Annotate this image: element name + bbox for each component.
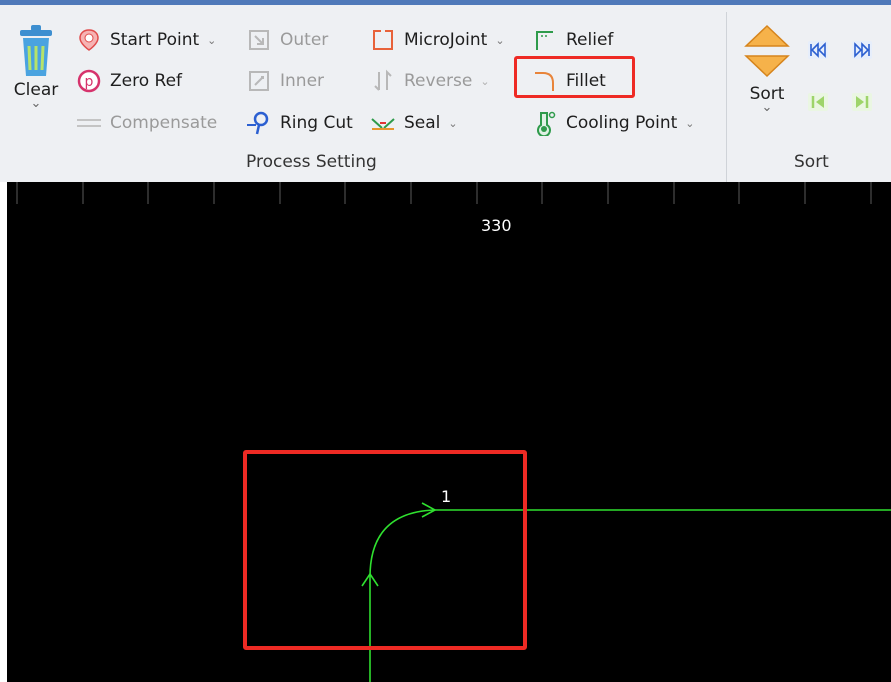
sort-prev-icon[interactable]	[806, 90, 830, 119]
ring-cut-label: Ring Cut	[280, 113, 353, 133]
reverse-button[interactable]: Reverse ⌄	[370, 66, 490, 96]
outer-button[interactable]: Outer	[246, 25, 328, 55]
outer-label: Outer	[280, 30, 329, 50]
cooling-point-label: Cooling Point	[566, 113, 678, 133]
inner-label: Inner	[280, 71, 325, 91]
start-point-label: Start Point	[110, 30, 200, 50]
sort-group-label: Sort	[794, 152, 829, 172]
start-point-button[interactable]: Start Point ⌄	[76, 25, 216, 55]
microjoint-icon	[370, 27, 396, 53]
seal-caret[interactable]: ⌄	[448, 117, 457, 130]
relief-icon	[532, 27, 558, 53]
sort-icon	[742, 24, 792, 78]
inner-button[interactable]: Inner	[246, 66, 324, 96]
outer-icon	[246, 27, 272, 53]
cooling-point-button[interactable]: Cooling Point ⌄	[532, 108, 695, 138]
microjoint-button[interactable]: MicroJoint ⌄	[370, 25, 505, 55]
ring-cut-icon	[246, 110, 272, 136]
zero-ref-icon: p	[76, 68, 102, 94]
zero-ref-button[interactable]: p Zero Ref	[76, 66, 182, 96]
sort-last-icon[interactable]	[850, 38, 874, 67]
canvas-left-edge	[0, 182, 7, 682]
compensate-button[interactable]: Compensate	[76, 108, 217, 138]
seal-button[interactable]: Seal ⌄	[370, 108, 458, 138]
sort-next-icon[interactable]	[850, 90, 874, 119]
fillet-corner-highlight-box	[243, 450, 527, 650]
relief-button[interactable]: Relief	[532, 25, 613, 55]
trash-icon	[16, 24, 56, 80]
inner-icon	[246, 68, 272, 94]
seal-label: Seal	[404, 113, 441, 133]
drawing-canvas[interactable]: 330 1	[7, 182, 891, 682]
microjoint-label: MicroJoint	[404, 30, 488, 50]
ribbon-toolbar: Clear ⌄ Start Point ⌄ p Zero Ref Compens…	[0, 0, 891, 182]
compensate-icon	[76, 110, 102, 136]
ribbon-top-border	[0, 0, 891, 5]
reverse-caret[interactable]: ⌄	[480, 75, 489, 88]
fillet-highlight-box	[514, 56, 635, 98]
cooling-point-caret[interactable]: ⌄	[685, 117, 694, 130]
ring-cut-button[interactable]: Ring Cut	[246, 108, 353, 138]
sort-first-icon[interactable]	[806, 38, 830, 67]
reverse-icon	[370, 68, 396, 94]
thermometer-icon	[532, 110, 558, 136]
svg-text:p: p	[85, 74, 94, 90]
relief-label: Relief	[566, 30, 614, 50]
sort-caret: ⌄	[761, 100, 773, 115]
zero-ref-label: Zero Ref	[110, 71, 183, 91]
start-point-icon	[76, 27, 102, 53]
start-point-caret[interactable]: ⌄	[207, 34, 216, 47]
process-setting-group-label: Process Setting	[246, 152, 377, 172]
clear-button[interactable]: Clear ⌄	[8, 20, 64, 130]
microjoint-caret[interactable]: ⌄	[495, 34, 504, 47]
seal-icon	[370, 110, 396, 136]
compensate-label: Compensate	[110, 113, 218, 133]
group-separator	[726, 12, 727, 182]
reverse-label: Reverse	[404, 71, 473, 91]
sort-button[interactable]: Sort ⌄	[738, 24, 796, 134]
